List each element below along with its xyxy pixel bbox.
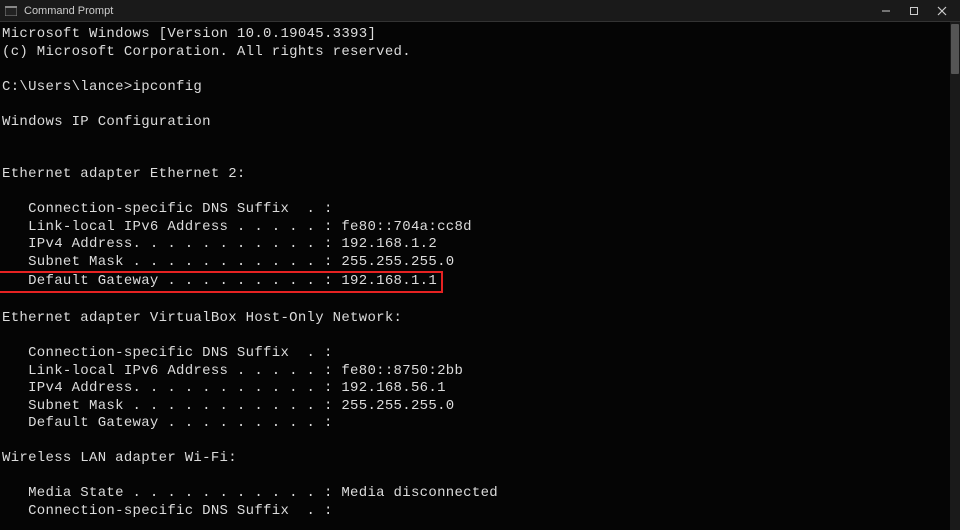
header-line-1: Microsoft Windows [Version 10.0.19045.33… xyxy=(2,26,376,42)
cmd-icon xyxy=(4,4,18,18)
window-titlebar: Command Prompt xyxy=(0,0,960,22)
window-controls xyxy=(872,1,956,21)
terminal-area[interactable]: Microsoft Windows [Version 10.0.19045.33… xyxy=(0,22,960,530)
adapter2-link-local: Link-local IPv6 Address . . . . . : fe80… xyxy=(2,363,463,379)
minimize-button[interactable] xyxy=(872,1,900,21)
adapter3-dns-suffix: Connection-specific DNS Suffix . : xyxy=(2,503,333,519)
prompt-line: C:\Users\lance>ipconfig xyxy=(2,79,202,95)
adapter2-ipv4: IPv4 Address. . . . . . . . . . . : 192.… xyxy=(2,380,446,396)
maximize-button[interactable] xyxy=(900,1,928,21)
adapter1-link-local: Link-local IPv6 Address . . . . . : fe80… xyxy=(2,219,472,235)
adapter2-title: Ethernet adapter VirtualBox Host-Only Ne… xyxy=(2,310,402,326)
adapter2-dns-suffix: Connection-specific DNS Suffix . : xyxy=(2,345,333,361)
adapter1-subnet: Subnet Mask . . . . . . . . . . . : 255.… xyxy=(2,254,454,270)
scrollbar-thumb[interactable] xyxy=(951,24,959,74)
terminal-output: Microsoft Windows [Version 10.0.19045.33… xyxy=(2,26,958,530)
adapter2-gateway: Default Gateway . . . . . . . . . : xyxy=(2,415,333,431)
adapter2-subnet: Subnet Mask . . . . . . . . . . . : 255.… xyxy=(2,398,454,414)
adapter3-media-state: Media State . . . . . . . . . . . : Medi… xyxy=(2,485,498,501)
adapter1-dns-suffix: Connection-specific DNS Suffix . : xyxy=(2,201,333,217)
close-button[interactable] xyxy=(928,1,956,21)
scrollbar-vertical[interactable] xyxy=(950,22,960,530)
header-line-2: (c) Microsoft Corporation. All rights re… xyxy=(2,44,411,60)
default-gateway-highlight: Default Gateway . . . . . . . . . : 192.… xyxy=(0,271,443,293)
adapter1-ipv4: IPv4 Address. . . . . . . . . . . : 192.… xyxy=(2,236,437,252)
adapter1-gateway: Default Gateway . . . . . . . . . : 192.… xyxy=(2,273,437,289)
adapter1-title: Ethernet adapter Ethernet 2: xyxy=(2,166,246,182)
adapter3-title: Wireless LAN adapter Wi-Fi: xyxy=(2,450,237,466)
window-title: Command Prompt xyxy=(24,5,872,17)
ipconfig-title: Windows IP Configuration xyxy=(2,114,211,130)
